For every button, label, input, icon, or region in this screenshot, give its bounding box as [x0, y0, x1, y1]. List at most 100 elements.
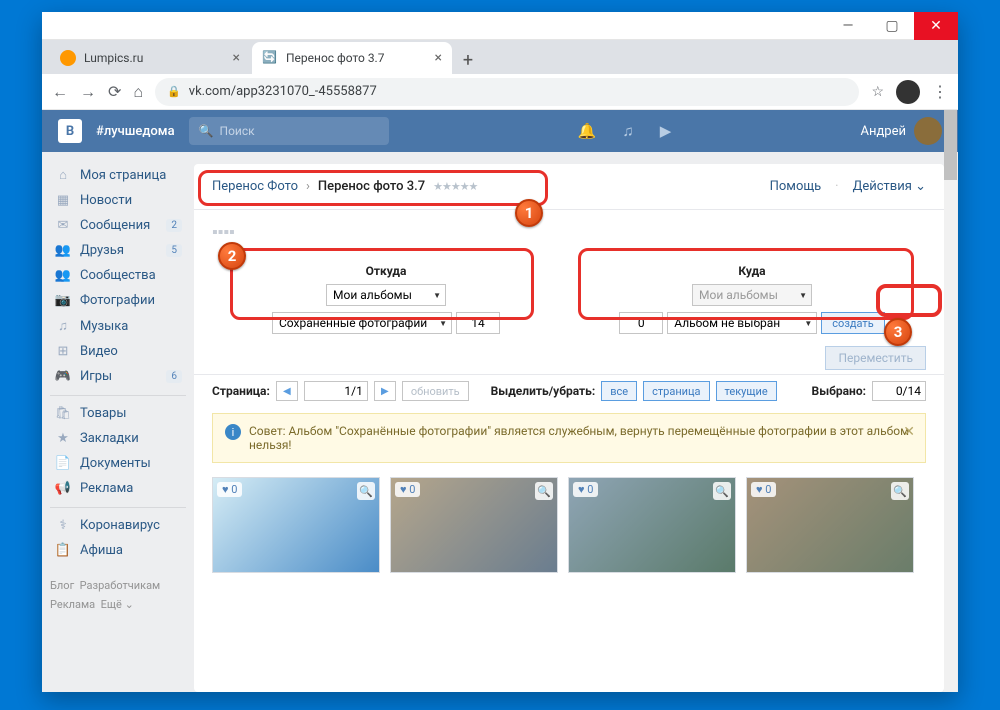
sidebar-item-friends[interactable]: 👥Друзья5: [50, 238, 186, 263]
tab-perenos[interactable]: 🔄 Перенос фото 3.7 ×: [252, 42, 452, 74]
create-button[interactable]: создать: [821, 312, 884, 334]
sidebar-item-video[interactable]: ⊞Видео: [50, 339, 186, 364]
play-icon[interactable]: ▶: [660, 122, 672, 140]
sidebar-item-label: Реклама: [80, 481, 133, 496]
sidebar-item-messages[interactable]: ✉Сообщения2: [50, 213, 186, 238]
sidebar-item-label: Документы: [80, 456, 151, 471]
home-button[interactable]: ⌂: [133, 82, 143, 102]
tab-close-icon[interactable]: ×: [435, 50, 442, 66]
search-input[interactable]: 🔍 Поиск: [189, 117, 389, 145]
footer-link[interactable]: Реклама: [50, 598, 95, 611]
footer-link[interactable]: Блог: [50, 579, 74, 592]
sidebar-item-news[interactable]: ▦Новости: [50, 188, 186, 213]
browser-tabs: Lumpics.ru × 🔄 Перенос фото 3.7 × +: [42, 40, 958, 74]
virus-icon: ⚕: [54, 518, 72, 533]
annotation-callout-3: 3: [884, 318, 912, 346]
forward-button[interactable]: →: [80, 82, 96, 102]
to-albums-select[interactable]: Мои альбомы: [692, 284, 812, 306]
like-badge[interactable]: ♥ 0: [751, 482, 776, 497]
prev-page-button[interactable]: ◀: [276, 381, 298, 401]
from-albums-select[interactable]: Мои альбомы: [326, 284, 446, 306]
bookmark-icon[interactable]: ☆: [871, 84, 884, 100]
sidebar-item-games[interactable]: 🎮Игры6: [50, 364, 186, 389]
sidebar-item-label: Афиша: [80, 543, 123, 558]
footer-link[interactable]: Ещё ⌄: [101, 598, 134, 611]
photo-thumb[interactable]: ♥ 0 🔍: [746, 477, 914, 573]
favicon-icon: 🔄: [262, 50, 278, 66]
sidebar-item-label: Коронавирус: [80, 518, 160, 533]
minimize-button[interactable]: —: [826, 12, 870, 40]
sidebar-item-label: Товары: [80, 406, 126, 421]
username: Андрей: [860, 124, 906, 139]
scrollbar[interactable]: [944, 110, 957, 692]
like-badge[interactable]: ♥ 0: [217, 482, 242, 497]
footer-link[interactable]: Разработчикам: [80, 579, 161, 592]
like-badge[interactable]: ♥ 0: [573, 482, 598, 497]
sidebar-item-photos[interactable]: 📷Фотографии: [50, 288, 186, 313]
app-content: Перенос Фото › Перенос фото 3.7 ★★★★★ По…: [194, 164, 944, 692]
close-button[interactable]: ✕: [914, 12, 958, 40]
next-page-button[interactable]: ▶: [374, 381, 396, 401]
move-button[interactable]: Переместить: [825, 346, 926, 370]
photo-thumb[interactable]: ♥ 0 🔍: [390, 477, 558, 573]
notifications-icon[interactable]: 🔔: [578, 122, 597, 140]
sidebar-item-ads[interactable]: 📢 Реклама: [50, 476, 186, 501]
groups-icon: 👥: [54, 268, 72, 283]
to-album-select[interactable]: Альбом не выбран: [667, 312, 817, 334]
sidebar-item-covid[interactable]: ⚕ Коронавирус: [50, 507, 186, 538]
sidebar: ⌂Моя страница ▦Новости ✉Сообщения2 👥Друз…: [42, 152, 194, 692]
from-album-select[interactable]: Сохранённые фотографии: [272, 312, 452, 334]
window-titlebar: — ▢ ✕: [42, 12, 958, 40]
sidebar-item-docs[interactable]: 📄Документы: [50, 451, 186, 476]
music-icon[interactable]: ♫: [622, 122, 633, 140]
sidebar-item-music[interactable]: ♫Музыка: [50, 313, 186, 339]
profile-avatar[interactable]: [896, 80, 920, 104]
like-badge[interactable]: ♥ 0: [395, 482, 420, 497]
sidebar-item-profile[interactable]: ⌂Моя страница: [50, 162, 186, 188]
dismiss-tip-icon[interactable]: ✕: [903, 424, 915, 440]
header-hashtag[interactable]: #лучшедома: [96, 124, 175, 139]
menu-icon[interactable]: ⋮: [932, 82, 948, 101]
sidebar-item-afisha[interactable]: 📋Афиша: [50, 538, 186, 563]
zoom-icon[interactable]: 🔍: [535, 482, 553, 500]
zoom-icon[interactable]: 🔍: [713, 482, 731, 500]
new-tab-button[interactable]: +: [454, 46, 482, 74]
select-current-button[interactable]: текущие: [716, 381, 777, 401]
select-page-button[interactable]: страница: [643, 381, 709, 401]
tab-label: Lumpics.ru: [84, 51, 143, 65]
breadcrumb: Перенос Фото › Перенос фото 3.7 ★★★★★ По…: [194, 164, 944, 210]
back-button[interactable]: ←: [52, 82, 68, 102]
zoom-icon[interactable]: 🔍: [891, 482, 909, 500]
sidebar-item-groups[interactable]: 👥Сообщества: [50, 263, 186, 288]
vk-logo-icon[interactable]: B: [58, 119, 82, 143]
market-icon: 🛍: [54, 406, 72, 421]
tab-close-icon[interactable]: ×: [233, 50, 240, 66]
vk-header: B #лучшедома 🔍 Поиск 🔔 ♫ ▶ Андрей: [42, 110, 958, 152]
scrollbar-thumb[interactable]: [944, 110, 957, 180]
refresh-button[interactable]: обновить: [402, 381, 469, 401]
user-menu[interactable]: Андрей: [860, 117, 942, 145]
photo-thumb[interactable]: ♥ 0 🔍: [568, 477, 736, 573]
tab-lumpics[interactable]: Lumpics.ru ×: [50, 42, 250, 74]
sidebar-item-label: Моя страница: [80, 168, 166, 183]
sidebar-item-bookmarks[interactable]: ★Закладки: [50, 426, 186, 451]
rating-stars-icon[interactable]: ★★★★★: [433, 180, 477, 193]
actions-dropdown[interactable]: Действия ⌄: [853, 179, 926, 194]
breadcrumb-root[interactable]: Перенос Фото: [212, 179, 298, 194]
sidebar-item-label: Закладки: [80, 431, 139, 446]
help-link[interactable]: Помощь: [770, 179, 822, 194]
to-count: 0: [619, 312, 663, 334]
zoom-icon[interactable]: 🔍: [357, 482, 375, 500]
select-label: Выделить/убрать:: [491, 384, 596, 398]
ads-icon: 📢: [54, 481, 72, 496]
page-input[interactable]: [304, 381, 368, 401]
sidebar-item-market[interactable]: 🛍 Товары: [50, 395, 186, 426]
music-icon: ♫: [54, 318, 72, 334]
to-box: Куда Мои альбомы 0 Альбом не выбран созд…: [578, 260, 926, 338]
reload-button[interactable]: ⟳: [108, 82, 121, 101]
select-all-button[interactable]: все: [601, 381, 637, 401]
maximize-button[interactable]: ▢: [870, 12, 914, 40]
url-input[interactable]: 🔒 vk.com/app3231070_-45558877: [155, 78, 859, 106]
photo-thumb[interactable]: ♥ 0 🔍: [212, 477, 380, 573]
thumbnails: ♥ 0 🔍 ♥ 0 🔍 ♥ 0 🔍 ♥ 0 🔍: [194, 469, 944, 581]
